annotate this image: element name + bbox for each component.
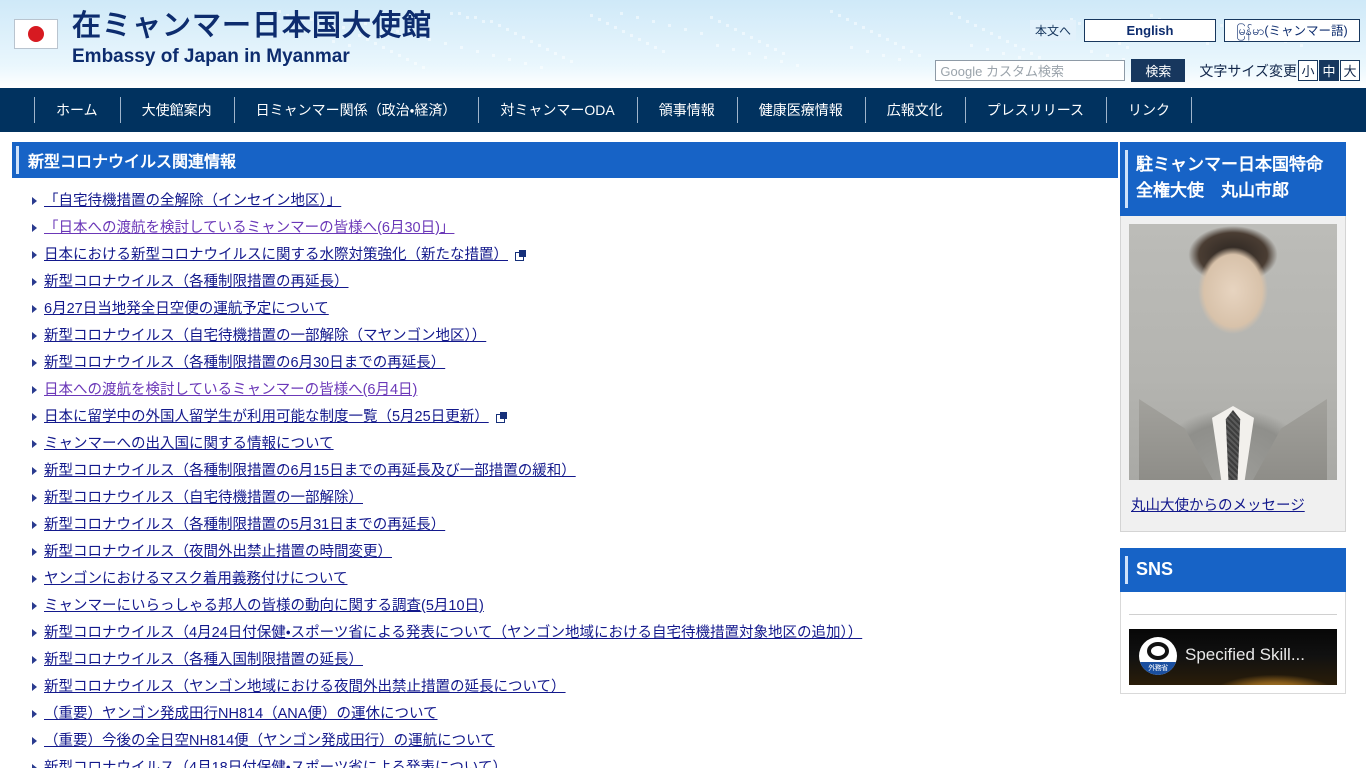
sns-card-title: SNS [1120, 548, 1346, 592]
list-item: 日本への渡航を検討しているミャンマーの皆様へ(6月4日) [30, 381, 1118, 399]
covid-link-list: 「自宅待機措置の全解除（インセイン地区）」「日本への渡航を検討しているミャンマー… [12, 192, 1118, 768]
external-link-icon [515, 250, 526, 261]
nav-item-home[interactable]: ホーム [34, 88, 120, 132]
utility-top-row: 本文へ English မြန်မာ(ミャンマー語) [1029, 19, 1360, 42]
list-item: 新型コロナウイルス（各種制限措置の6月30日までの再延長） [30, 354, 1118, 372]
site-title-en: Embassy of Japan in Myanmar [72, 46, 350, 67]
covid-link[interactable]: 新型コロナウイルス（夜間外出禁止措置の時間変更） [44, 544, 392, 560]
list-item: 日本に留学中の外国人留学生が利用可能な制度一覧（5月25日更新） [30, 408, 1118, 426]
list-item: 新型コロナウイルス（各種制限措置の6月15日までの再延長及び一部措置の緩和） [30, 462, 1118, 480]
skip-to-content-link[interactable]: 本文へ [1029, 20, 1076, 41]
list-item: 新型コロナウイルス（夜間外出禁止措置の時間変更） [30, 543, 1118, 561]
search-placeholder: Google カスタム検索 [940, 64, 1064, 79]
covid-link[interactable]: ミャンマーへの出入国に関する情報について [44, 436, 334, 452]
ambassador-portrait [1129, 224, 1337, 480]
nav-item-press-release[interactable]: プレスリリース [964, 88, 1106, 132]
list-item: ミャンマーにいらっしゃる邦人の皆様の動向に関する調査(5月10日) [30, 597, 1118, 615]
search-button[interactable]: 検索 [1131, 59, 1186, 82]
list-item: （重要）今後の全日空NH814便（ヤンゴン発成田行）の運航について [30, 732, 1118, 750]
sns-video-title: Specified Skill... [1185, 645, 1305, 664]
sns-video-thumbnail[interactable]: 外務省 Specified Skill... [1129, 629, 1337, 685]
page-title: 新型コロナウイルス関連情報 [12, 142, 1118, 178]
language-myanmar-button[interactable]: မြန်မာ(ミャンマー語) [1224, 19, 1360, 42]
site-brand[interactable]: 在ミャンマー日本国大使館 Embassy of Japan in Myanmar [14, 12, 432, 66]
list-item: 新型コロナウイルス（各種入国制限措置の延長） [30, 651, 1118, 669]
covid-link[interactable]: 新型コロナウイルス（各種制限措置の6月15日までの再延長及び一部措置の緩和） [44, 463, 576, 479]
search-input[interactable]: Google カスタム検索 [935, 60, 1126, 81]
ambassador-card-body: 丸山大使からのメッセージ [1120, 216, 1346, 532]
sns-card-body: 外務省 Specified Skill... [1120, 592, 1346, 694]
nav-item-japan-myanmar-relations[interactable]: 日ミャンマー関係（政治・経済） [233, 88, 479, 132]
nav-item-oda[interactable]: 対ミャンマーODA [478, 88, 636, 132]
external-link-icon [495, 412, 507, 423]
list-item: 新型コロナウイルス（自宅待機措置の一部解除） [30, 489, 1118, 507]
covid-link[interactable]: 日本への渡航を検討しているミャンマーの皆様へ(6月4日) [44, 382, 417, 398]
covid-link[interactable]: 新型コロナウイルス（各種入国制限措置の延長） [44, 652, 363, 668]
list-item: 新型コロナウイルス（4月18日付保健・スポーツ省による発表について） [30, 759, 1118, 768]
sns-divider [1129, 614, 1337, 615]
covid-link[interactable]: 6月27日当地発全日空便の運航予定について [44, 301, 329, 317]
font-size-label: 文字サイズ変更 [1199, 62, 1297, 79]
page-body: 新型コロナウイルス関連情報 「自宅待機措置の全解除（インセイン地区）」「日本への… [0, 132, 1366, 768]
list-item: 新型コロナウイルス（4月24日付保健・スポーツ省による発表について（ヤンゴン地域… [30, 624, 1118, 642]
covid-link[interactable]: 「自宅待機措置の全解除（インセイン地区）」 [44, 193, 341, 209]
list-item: 日本における新型コロナウイルスに関する水際対策強化（新たな措置） [30, 246, 1118, 264]
font-size-medium-button[interactable]: 中 [1319, 60, 1339, 81]
list-item: 6月27日当地発全日空便の運航予定について [30, 300, 1118, 318]
list-item: （重要）ヤンゴン発成田行NH814（ANA便）の運休について [30, 705, 1118, 723]
main-content: 新型コロナウイルス関連情報 「自宅待機措置の全解除（インセイン地区）」「日本への… [0, 132, 1118, 768]
covid-link[interactable]: 新型コロナウイルス（自宅待機措置の一部解除） [44, 490, 363, 506]
ambassador-card-title: 駐ミャンマー日本国特命全権大使 丸山市郎 [1120, 142, 1346, 216]
covid-link[interactable]: 「日本への渡航を検討しているミャンマーの皆様へ(6月30日)」 [44, 220, 454, 236]
covid-link[interactable]: （重要）ヤンゴン発成田行NH814（ANA便）の運休について [44, 706, 438, 722]
site-header: 在ミャンマー日本国大使館 Embassy of Japan in Myanmar… [0, 0, 1366, 88]
covid-link[interactable]: ミャンマーにいらっしゃる邦人の皆様の動向に関する調査(5月10日) [44, 598, 484, 614]
main-navigation: ホーム 大使館案内 日ミャンマー関係（政治・経済） 対ミャンマーODA 領事情報… [0, 88, 1366, 132]
list-item: 新型コロナウイルス（各種制限措置の5月31日までの再延長） [30, 516, 1118, 534]
sns-card: SNS 外務省 Specified Skill... [1120, 548, 1346, 694]
covid-link[interactable]: ヤンゴンにおけるマスク着用義務付けについて [44, 571, 347, 587]
list-item: ミャンマーへの出入国に関する情報について [30, 435, 1118, 453]
mofa-logo-label: 外務省 [1139, 662, 1177, 675]
list-item: 新型コロナウイルス（各種制限措置の再延長） [30, 273, 1118, 291]
font-size-large-button[interactable]: 大 [1340, 60, 1360, 81]
site-title-jp: 在ミャンマー日本国大使館 [72, 10, 433, 42]
sidebar: 駐ミャンマー日本国特命全権大使 丸山市郎 丸山大使からのメッセージ SNS 外務… [1120, 132, 1356, 710]
covid-link[interactable]: 新型コロナウイルス（自宅待機措置の一部解除（マヤンゴン地区）） [44, 328, 486, 344]
utility-bottom-row: Google カスタム検索 検索 文字サイズ変更 小 中 大 [935, 59, 1360, 82]
mofa-logo-icon: 外務省 [1139, 637, 1177, 675]
covid-link[interactable]: 新型コロナウイルス（各種制限措置の再延長） [44, 274, 349, 290]
language-english-button[interactable]: English [1084, 19, 1216, 42]
ambassador-card: 駐ミャンマー日本国特命全権大使 丸山市郎 丸山大使からのメッセージ [1120, 142, 1346, 532]
covid-link[interactable]: 新型コロナウイルス（4月24日付保健・スポーツ省による発表について（ヤンゴン地域… [44, 625, 862, 641]
covid-link[interactable]: 日本における新型コロナウイルスに関する水際対策強化（新たな措置） [44, 247, 508, 263]
list-item: 「自宅待機措置の全解除（インセイン地区）」 [30, 192, 1118, 210]
nav-item-consular[interactable]: 領事情報 [636, 88, 737, 132]
covid-link[interactable]: 日本に留学中の外国人留学生が利用可能な制度一覧（5月25日更新） [44, 409, 489, 425]
covid-link[interactable]: 新型コロナウイルス（4月18日付保健・スポーツ省による発表について） [44, 760, 507, 768]
nav-item-health-medical[interactable]: 健康医療情報 [736, 88, 865, 132]
ambassador-message-link[interactable]: 丸山大使からのメッセージ [1129, 490, 1337, 523]
japan-flag-icon [14, 19, 58, 49]
list-item: 新型コロナウイルス（ヤンゴン地域における夜間外出禁止措置の延長について） [30, 678, 1118, 696]
covid-link[interactable]: 新型コロナウイルス（ヤンゴン地域における夜間外出禁止措置の延長について） [44, 679, 566, 695]
nav-item-embassy-info[interactable]: 大使館案内 [119, 88, 234, 132]
list-item: 新型コロナウイルス（自宅待機措置の一部解除（マヤンゴン地区）） [30, 327, 1118, 345]
list-item: ヤンゴンにおけるマスク着用義務付けについて [30, 570, 1118, 588]
covid-link[interactable]: 新型コロナウイルス（各種制限措置の5月31日までの再延長） [44, 517, 445, 533]
covid-link[interactable]: 新型コロナウイルス（各種制限措置の6月30日までの再延長） [44, 355, 445, 371]
covid-link[interactable]: （重要）今後の全日空NH814便（ヤンゴン発成田行）の運航について [44, 733, 495, 749]
font-size-small-button[interactable]: 小 [1298, 60, 1318, 81]
nav-item-links[interactable]: リンク [1106, 88, 1193, 132]
list-item: 「日本への渡航を検討しているミャンマーの皆様へ(6月30日)」 [30, 219, 1118, 237]
nav-item-culture[interactable]: 広報文化 [864, 88, 965, 132]
